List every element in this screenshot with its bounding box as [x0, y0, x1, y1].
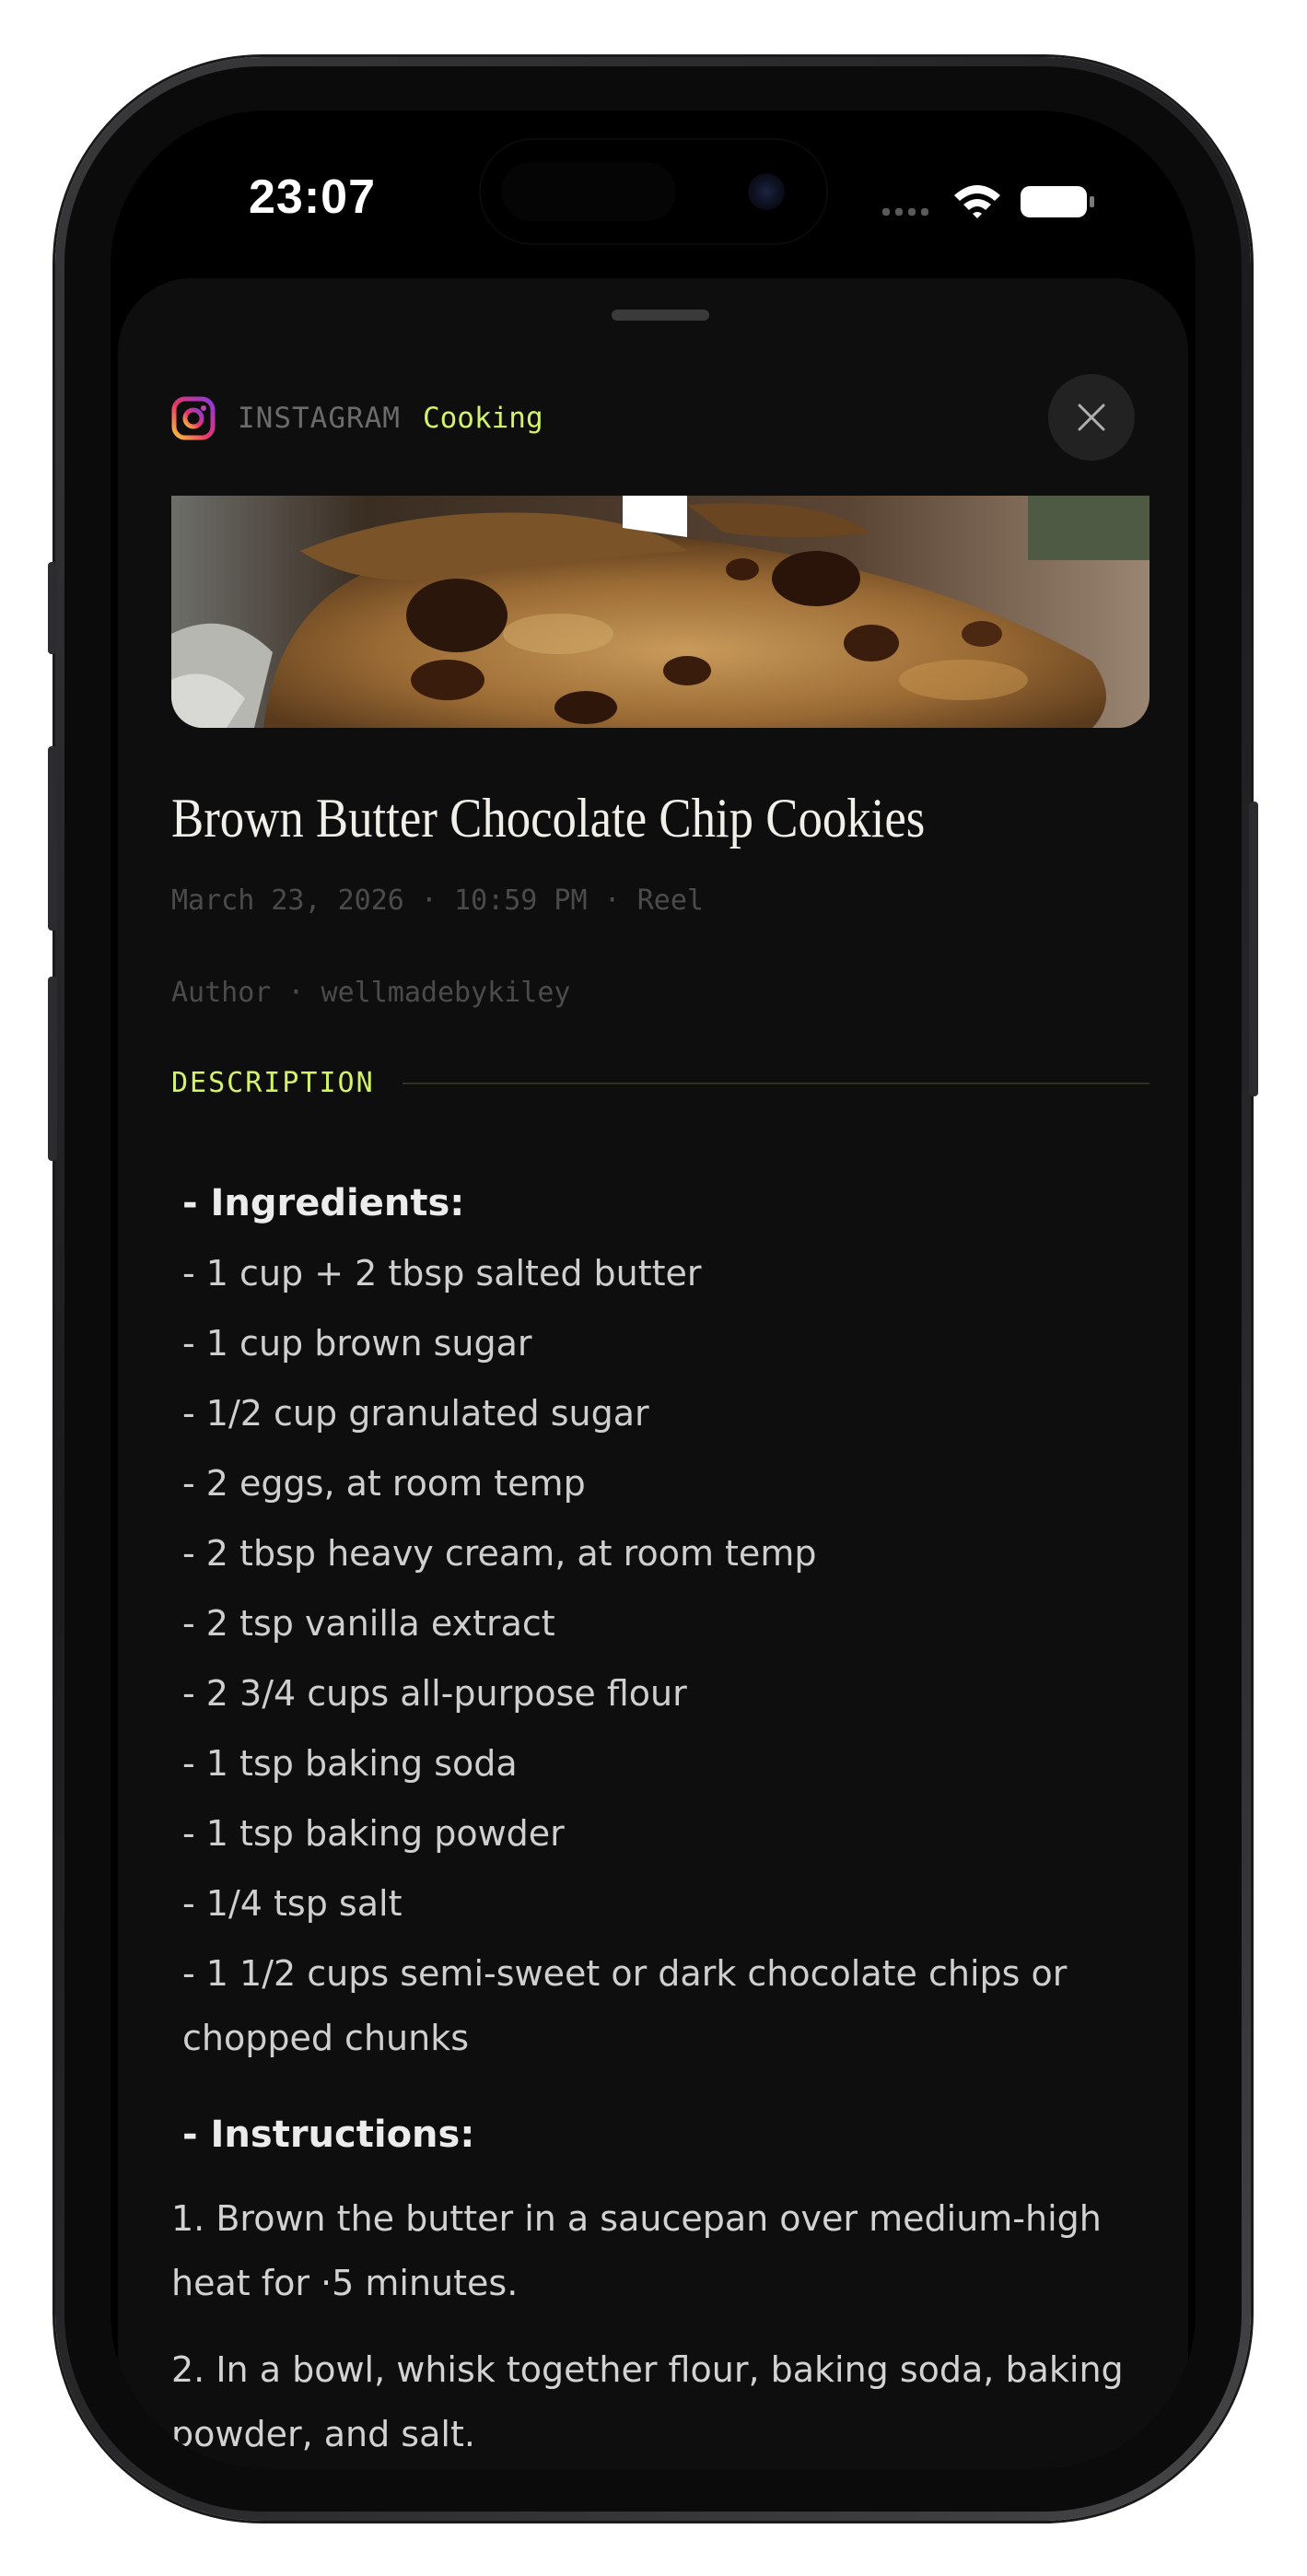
ingredient-item: - 1/4 tsp salt — [182, 1883, 403, 1924]
cellular-signal-icon — [882, 208, 928, 216]
volume-up-button — [48, 746, 57, 931]
dynamic-island — [481, 140, 826, 243]
ingredient-item: - 1/2 cup granulated sugar — [182, 1393, 649, 1434]
front-camera — [748, 173, 785, 210]
instagram-icon — [171, 396, 216, 440]
source-name: INSTAGRAM — [238, 402, 401, 435]
ingredient-item: - 1 tsp baking powder — [182, 1813, 565, 1854]
cookie-photo — [171, 496, 1149, 728]
status-time: 23:07 — [249, 170, 376, 224]
recipe-title: Brown Butter Chocolate Chip Cookies — [171, 788, 926, 849]
ingredient-item: - 1 cup + 2 tbsp salted butter — [182, 1253, 702, 1294]
ingredient-item: - 2 3/4 cups all-purpose flour — [182, 1673, 687, 1714]
detail-sheet[interactable]: INSTAGRAM Cooking Brown Butter Chocolate… — [118, 278, 1188, 2469]
status-icons — [882, 177, 1103, 223]
status-icons-svg — [882, 185, 1094, 218]
author-line[interactable]: Author · wellmadebykiley — [171, 977, 570, 1009]
ingredient-item: - 2 tsp vanilla extract — [182, 1603, 555, 1644]
instruction-step: 1. Brown the butter in a saucepan over m… — [171, 2198, 1102, 2303]
ingredient-item: - 2 tbsp heavy cream, at room temp — [182, 1533, 817, 1574]
ingredient-item: - 2 eggs, at room temp — [182, 1463, 586, 1504]
ingredient-item: - 1 cup brown sugar — [182, 1323, 532, 1364]
power-button — [1249, 802, 1258, 1096]
close-button[interactable] — [1048, 374, 1135, 461]
phone-screen: 23:07 INSTAGRAM Cooking Brown Butter Cho… — [111, 111, 1196, 2469]
source-header: INSTAGRAM Cooking — [171, 396, 543, 440]
post-meta: March 23, 2026 · 10:59 PM · Reel — [171, 884, 704, 917]
sheet-grabber[interactable] — [612, 310, 709, 321]
ingredient-item: - 1 1/2 cups semi-sweet or dark chocolat… — [182, 1953, 1068, 2058]
category-tag[interactable]: Cooking — [423, 402, 543, 435]
instructions-heading: - Instructions: — [182, 2113, 475, 2156]
thumbnail-image[interactable] — [171, 496, 1149, 728]
description-section-header: DESCRIPTION — [171, 1067, 1149, 1099]
battery-icon — [1021, 186, 1094, 217]
section-divider — [402, 1082, 1149, 1084]
volume-down-button — [48, 977, 57, 1161]
instruction-step: 2. In a bowl, whisk together flour, baki… — [171, 2349, 1124, 2454]
wifi-icon — [954, 185, 1000, 218]
description-label: DESCRIPTION — [171, 1067, 375, 1099]
close-icon — [1078, 404, 1105, 431]
island-sensor — [501, 162, 676, 221]
action-button — [48, 562, 57, 654]
ingredient-item: - 1 tsp baking soda — [182, 1743, 518, 1784]
ingredients-heading: - Ingredients: — [182, 1182, 465, 1224]
description-body: - Ingredients: - 1 cup + 2 tbsp salted b… — [171, 1168, 1149, 2466]
